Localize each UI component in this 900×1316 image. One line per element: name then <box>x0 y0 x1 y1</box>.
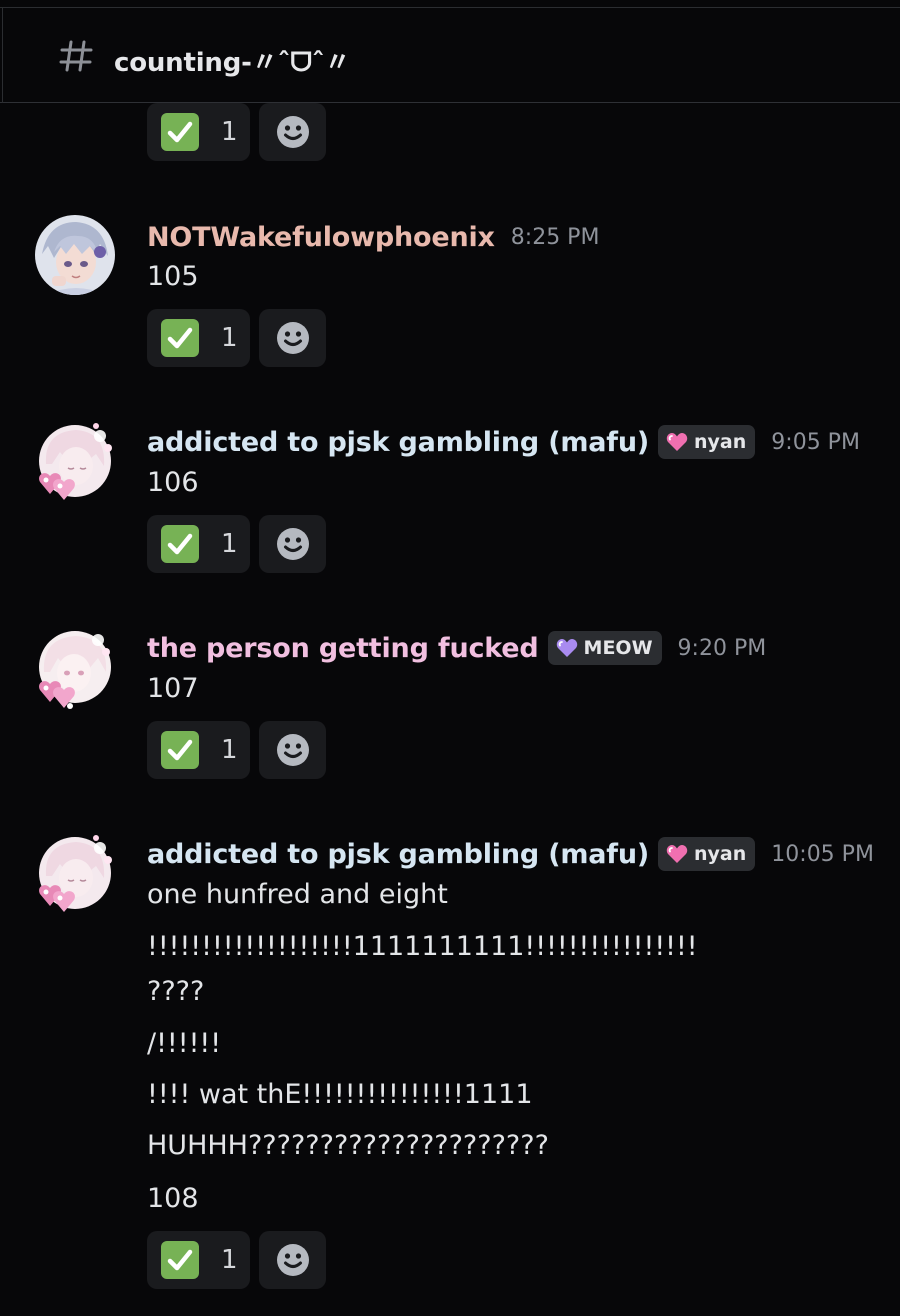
smiley-icon <box>276 1244 309 1276</box>
reaction-count: 1 <box>221 117 238 147</box>
message-text: !!!! wat thE!!!!!!!!!!!!!!!1111 <box>147 1079 533 1110</box>
message-header: NOTWakefulowphoenix 8:25 PM <box>147 219 599 255</box>
smiley-icon <box>276 734 309 766</box>
role-tag[interactable]: nyan <box>658 425 756 459</box>
add-reaction-button[interactable] <box>259 309 326 367</box>
check-mark-emoji-icon <box>161 319 199 357</box>
message-header: addicted to pjsk gambling (mafu) nyan 9:… <box>147 424 860 460</box>
message-text: 107 <box>147 673 199 704</box>
purple-heart-icon <box>556 639 577 657</box>
add-reaction-button[interactable] <box>259 1231 326 1289</box>
role-tag[interactable]: nyan <box>658 837 756 871</box>
reaction-check[interactable]: 1 <box>147 309 250 367</box>
avatar[interactable] <box>34 420 116 502</box>
timestamp: 9:20 PM <box>677 635 767 661</box>
message-text: 105 <box>147 261 199 292</box>
add-reaction-button[interactable] <box>259 721 326 779</box>
username[interactable]: addicted to pjsk gambling (mafu) <box>147 427 649 458</box>
chat-window: counting-〃ˆᗜˆ〃 1 NOTWakefulowphoenix 8:2… <box>0 0 900 1316</box>
role-tag[interactable]: MEOW <box>547 631 662 665</box>
message-text: one hunfred and eight <box>147 879 448 910</box>
reaction-count: 1 <box>221 735 238 765</box>
reaction-check[interactable]: 1 <box>147 515 250 573</box>
message-text: HUHHH????????????????????? <box>147 1130 549 1161</box>
reaction-check[interactable]: 1 <box>147 1231 250 1289</box>
pink-heart-icon <box>666 433 688 451</box>
reaction-bar: 1 <box>147 309 326 369</box>
role-tag-label: nyan <box>694 431 747 453</box>
reaction-bar: 1 <box>147 1231 326 1291</box>
username[interactable]: NOTWakefulowphoenix <box>147 222 495 253</box>
smiley-icon <box>276 116 309 148</box>
check-mark-emoji-icon <box>161 1241 199 1279</box>
role-tag-label: nyan <box>694 843 747 865</box>
check-mark-emoji-icon <box>161 525 199 563</box>
window-border-left <box>2 7 3 103</box>
channel-header: counting-〃ˆᗜˆ〃 <box>0 8 900 103</box>
channel-hash-icon <box>59 40 93 72</box>
add-reaction-button[interactable] <box>259 103 326 161</box>
check-mark-emoji-icon <box>161 113 199 151</box>
reaction-bar: 1 <box>147 103 326 163</box>
avatar[interactable] <box>34 626 116 709</box>
reaction-count: 1 <box>221 529 238 559</box>
check-mark-emoji-icon <box>161 731 199 769</box>
reaction-bar: 1 <box>147 515 326 575</box>
role-tag-label: MEOW <box>583 637 653 659</box>
reaction-bar: 1 <box>147 721 326 781</box>
message-header: addicted to pjsk gambling (mafu) nyan 10… <box>147 836 874 872</box>
reaction-check[interactable]: 1 <box>147 721 250 779</box>
reaction-check[interactable]: 1 <box>147 103 250 161</box>
message-text: 108 <box>147 1183 199 1214</box>
message-text: !!!!!!!!!!!!!!!!!!!1111111111!!!!!!!!!!!… <box>147 931 698 962</box>
add-reaction-button[interactable] <box>259 515 326 573</box>
reaction-count: 1 <box>221 323 238 353</box>
timestamp: 8:25 PM <box>510 224 600 250</box>
timestamp: 10:05 PM <box>771 841 874 867</box>
channel-name: counting-〃ˆᗜˆ〃 <box>114 48 351 78</box>
reaction-count: 1 <box>221 1245 238 1275</box>
message-text: /!!!!!! <box>147 1028 222 1059</box>
avatar[interactable] <box>34 214 116 296</box>
pink-heart-icon <box>666 845 688 863</box>
avatar[interactable] <box>34 832 116 914</box>
smiley-icon <box>276 322 309 354</box>
smiley-icon <box>276 528 309 560</box>
username[interactable]: addicted to pjsk gambling (mafu) <box>147 839 649 870</box>
message-text: ???? <box>147 976 205 1007</box>
message-text: 106 <box>147 467 199 498</box>
timestamp: 9:05 PM <box>771 429 860 455</box>
username[interactable]: the person getting fucked <box>147 633 539 664</box>
message-header: the person getting fucked MEOW 9:20 PM <box>147 630 766 666</box>
